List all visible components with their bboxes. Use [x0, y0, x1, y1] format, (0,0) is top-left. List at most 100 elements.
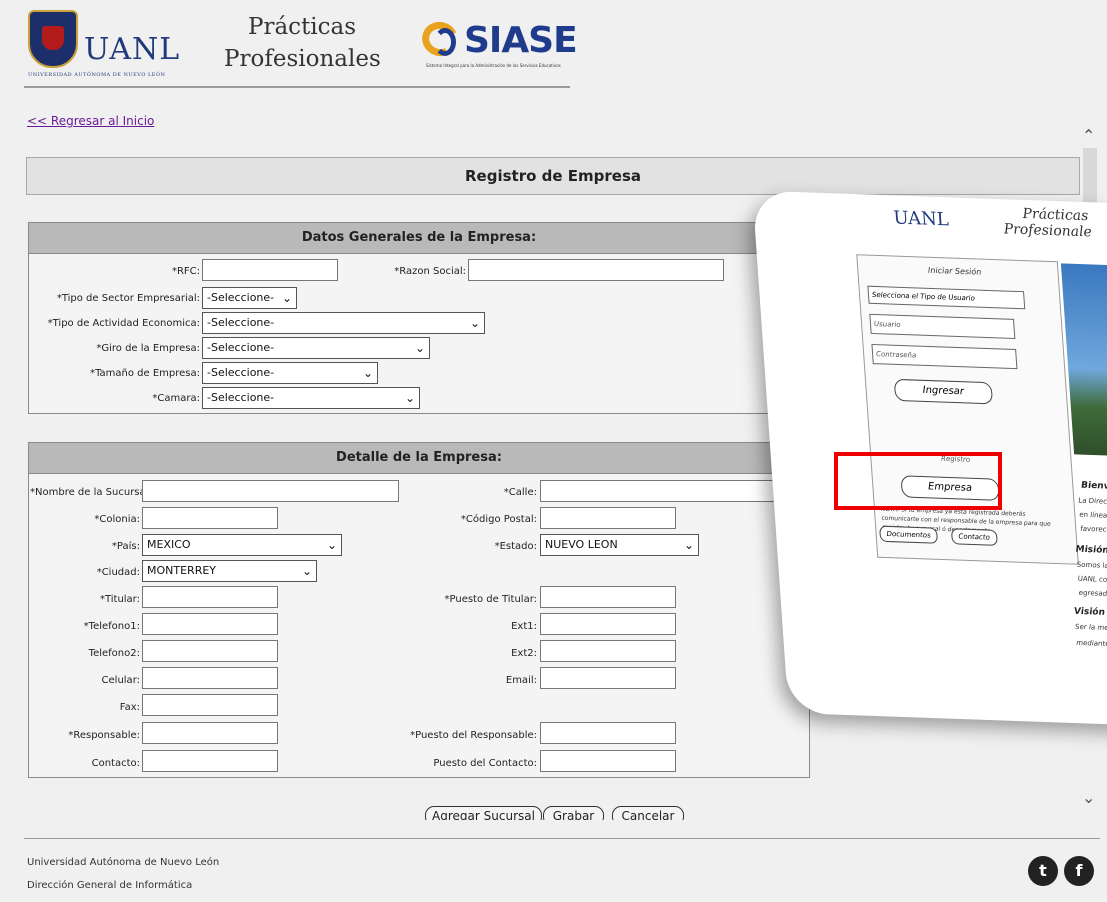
puesto-responsable-label: *Puesto del Responsable:: [410, 730, 537, 741]
inset-text-8: mediante acciones de vin: [1075, 638, 1107, 650]
chevron-down-icon: ⌄: [469, 316, 480, 330]
giro-value: -Seleccione-: [207, 341, 275, 354]
telefono2-label: Telefono2:: [88, 648, 140, 659]
pais-select[interactable]: MEXICO ⌄: [142, 534, 342, 556]
chevron-down-icon: ⌄: [281, 291, 292, 305]
contacto-input[interactable]: [142, 750, 278, 772]
ciudad-label: *Ciudad:: [96, 567, 140, 578]
highlight-empresa-box: [834, 452, 1002, 510]
inset-text-3: favorecer la relaci: [1080, 524, 1107, 535]
footer-university: Universidad Autónoma de Nuevo León: [27, 857, 220, 868]
uanl-logo-subtitle: UNIVERSIDAD AUTÓNOMA DE NUEVO LEÓN: [28, 72, 166, 78]
inset-documentos-button[interactable]: Documentos: [879, 525, 939, 544]
tipo-actividad-select[interactable]: -Seleccione- ⌄: [202, 312, 485, 334]
scroll-up-chevron-icon[interactable]: ⌃: [1082, 126, 1095, 145]
contacto-label: Contacto:: [91, 758, 140, 769]
estado-value: NUEVO LEON: [545, 538, 618, 551]
calle-label: *Calle:: [503, 487, 537, 498]
inset-text-1: La Dirección de: [1078, 496, 1107, 507]
telefono2-input[interactable]: [142, 640, 278, 662]
puesto-contacto-label: Puesto del Contacto:: [433, 758, 537, 769]
ext1-input[interactable]: [540, 613, 676, 635]
telefono1-label: *Telefono1:: [83, 621, 140, 632]
pais-label: *País:: [111, 541, 140, 552]
inset-practicas-line2: Profesionale: [1003, 221, 1093, 241]
inset-user-type-select[interactable]: Selecciona el Tipo de Usuario: [867, 285, 1026, 310]
codigo-postal-label: *Código Postal:: [460, 514, 537, 525]
nombre-sucursal-input[interactable]: [142, 480, 399, 502]
tamano-label: *Tamaño de Empresa:: [90, 368, 200, 379]
calle-input[interactable]: [540, 480, 797, 502]
back-to-home-link[interactable]: << Regresar al Inicio: [27, 114, 154, 128]
twitter-icon[interactable]: t: [1028, 856, 1058, 886]
colonia-label: *Colonia:: [94, 514, 140, 525]
estado-label: *Estado:: [494, 541, 537, 552]
facebook-icon[interactable]: f: [1064, 856, 1094, 886]
tipo-actividad-value: -Seleccione-: [207, 316, 275, 329]
siase-logo-text: SIASE: [464, 20, 578, 61]
inset-ingresar-button[interactable]: Ingresar: [893, 378, 994, 405]
ext2-input[interactable]: [540, 640, 676, 662]
tamano-value: -Seleccione-: [207, 366, 275, 379]
tamano-select[interactable]: -Seleccione- ⌄: [202, 362, 378, 384]
telefono1-input[interactable]: [142, 613, 278, 635]
tipo-sector-select[interactable]: -Seleccione- ⌄: [202, 287, 297, 309]
chevron-down-icon: ⌄: [404, 391, 415, 405]
tipo-sector-value: -Seleccione-: [207, 291, 275, 304]
codigo-postal-input[interactable]: [540, 507, 676, 529]
fax-input[interactable]: [142, 694, 278, 716]
chevron-down-icon: ⌄: [301, 564, 312, 578]
practicas-title-line1: Prácticas: [248, 14, 357, 40]
responsable-input[interactable]: [142, 722, 278, 744]
siase-logo-icon-inner: [434, 28, 456, 56]
scrollbar-thumb[interactable]: [1083, 148, 1097, 208]
inset-mision-heading: Misión: [1075, 544, 1107, 556]
chevron-down-icon: ⌄: [326, 538, 337, 552]
puesto-responsable-input[interactable]: [540, 722, 676, 744]
footer-department: Dirección General de Informática: [27, 880, 193, 891]
titular-input[interactable]: [142, 586, 278, 608]
uanl-logo-text: UANL: [84, 32, 181, 67]
giro-select[interactable]: -Seleccione- ⌄: [202, 337, 430, 359]
page: UANL UNIVERSIDAD AUTÓNOMA DE NUEVO LEÓN …: [0, 0, 1107, 902]
page-title: Registro de Empresa: [26, 157, 1080, 195]
tipo-sector-label: *Tipo de Sector Empresarial:: [56, 293, 200, 304]
chevron-down-icon: ⌄: [362, 366, 373, 380]
celular-input[interactable]: [142, 667, 278, 689]
footer-divider: [24, 838, 1100, 839]
ext2-label: Ext2:: [511, 648, 537, 659]
rfc-input[interactable]: [202, 259, 338, 281]
pais-value: MEXICO: [147, 538, 191, 551]
inset-text-5: UANL con los sectore: [1077, 574, 1107, 586]
header: UANL UNIVERSIDAD AUTÓNOMA DE NUEVO LEÓN …: [24, 8, 578, 88]
celular-label: Celular:: [101, 675, 140, 686]
razon-social-input[interactable]: [468, 259, 724, 281]
ext1-label: Ext1:: [511, 621, 537, 632]
nombre-sucursal-label: *Nombre de la Sucursal:: [30, 487, 152, 498]
detalle-heading: Detalle de la Empresa:: [29, 443, 809, 474]
inset-uanl-logo: UANL: [892, 207, 950, 231]
inset-text-4: Somos la instancia u: [1076, 560, 1107, 572]
buttons-clip: [400, 820, 720, 836]
chevron-down-icon: ⌄: [414, 341, 425, 355]
camara-value: -Seleccione-: [207, 391, 275, 404]
ciudad-select[interactable]: MONTERREY ⌄: [142, 560, 317, 582]
inset-contacto-button[interactable]: Contacto: [950, 528, 998, 546]
email-input[interactable]: [540, 667, 676, 689]
puesto-titular-input[interactable]: [540, 586, 676, 608]
colonia-input[interactable]: [142, 507, 278, 529]
camara-select[interactable]: -Seleccione- ⌄: [202, 387, 420, 409]
ciudad-value: MONTERREY: [147, 564, 217, 577]
inset-password-input[interactable]: Contraseña: [871, 343, 1018, 370]
inset-usuario-input[interactable]: Usuario: [869, 313, 1016, 340]
fax-label: Fax:: [119, 702, 140, 713]
scroll-down-chevron-icon[interactable]: ⌄: [1082, 788, 1095, 807]
estado-select[interactable]: NUEVO LEON ⌄: [540, 534, 699, 556]
inset-login-title: Iniciar Sesión: [927, 265, 982, 277]
inset-text-6: egresados.: [1078, 588, 1107, 599]
puesto-contacto-input[interactable]: [540, 750, 676, 772]
responsable-label: *Responsable:: [68, 730, 140, 741]
tipo-actividad-label: *Tipo de Actividad Economica:: [47, 318, 200, 329]
email-label: Email:: [505, 675, 537, 686]
chevron-down-icon: ⌄: [683, 538, 694, 552]
